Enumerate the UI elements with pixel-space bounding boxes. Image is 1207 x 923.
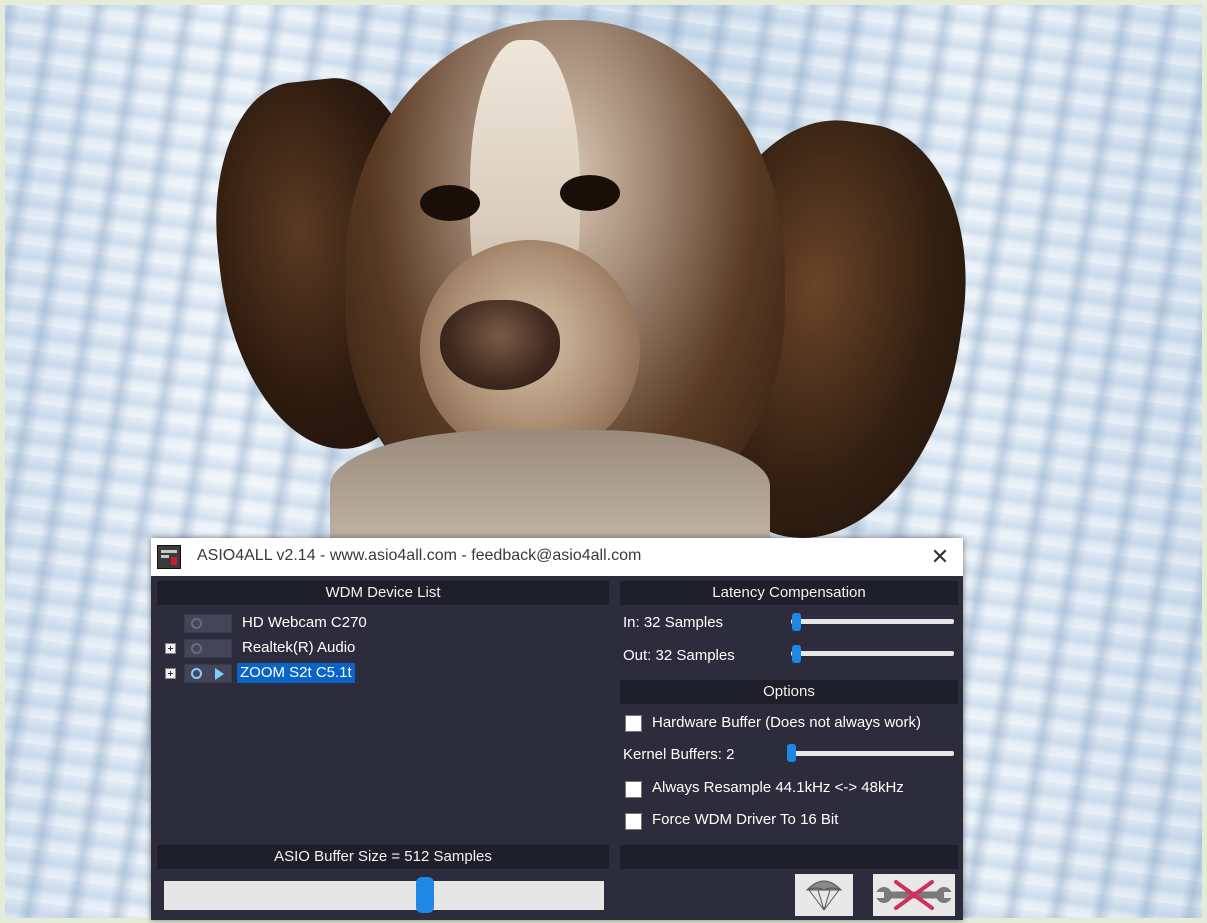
latency-in-label: In: 32 Samples	[623, 614, 724, 631]
title-bar[interactable]: ASIO4ALL v2.14 - www.asio4all.com - feed…	[151, 538, 963, 576]
kernel-buffers-label: Kernel Buffers: 2	[623, 746, 735, 763]
latency-out-label: Out: 32 Samples	[623, 647, 735, 664]
window-title: ASIO4ALL v2.14 - www.asio4all.com - feed…	[197, 547, 642, 564]
close-icon: ✕	[930, 544, 950, 569]
hardware-buffer-checkbox[interactable]	[625, 715, 642, 732]
device-row-zoom[interactable]: ZOOM S2t C5.1t	[151, 663, 611, 685]
expand-icon[interactable]	[165, 668, 176, 679]
kernel-buffers-slider-track[interactable]	[787, 751, 954, 756]
close-button[interactable]: ✕	[917, 538, 963, 576]
asio-buffer-size-header: ASIO Buffer Size = 512 Samples	[157, 845, 609, 869]
always-resample-checkbox[interactable]	[625, 781, 642, 798]
device-row-realtek[interactable]: Realtek(R) Audio	[151, 638, 611, 660]
expand-icon[interactable]	[165, 643, 176, 654]
advanced-options-button[interactable]	[873, 874, 955, 916]
device-name: HD Webcam C270	[242, 614, 367, 631]
device-toggle-button[interactable]	[184, 614, 232, 633]
wdm-device-list-header: WDM Device List	[157, 581, 609, 605]
asio4all-app-icon[interactable]	[157, 545, 181, 569]
options-header: Options	[620, 680, 958, 704]
power-icon	[191, 668, 202, 679]
parachute-icon	[805, 880, 843, 911]
device-toggle-button[interactable]	[184, 664, 232, 683]
power-icon	[191, 618, 202, 629]
always-resample-label: Always Resample 44.1kHz <-> 48kHz	[652, 779, 904, 796]
latency-in-slider-track[interactable]	[791, 619, 954, 624]
kernel-buffers-slider-thumb[interactable]	[787, 744, 796, 762]
device-row-hd-webcam[interactable]: HD Webcam C270	[151, 613, 611, 635]
force-16bit-label: Force WDM Driver To 16 Bit	[652, 811, 839, 828]
force-16bit-checkbox[interactable]	[625, 813, 642, 830]
latency-out-slider-thumb[interactable]	[792, 645, 801, 663]
asio-buffer-slider-track[interactable]	[164, 881, 604, 910]
parachute-button[interactable]	[795, 874, 853, 916]
hardware-buffer-label: Hardware Buffer (Does not always work)	[652, 714, 921, 731]
device-name: Realtek(R) Audio	[242, 639, 356, 656]
empty-header-bar	[620, 845, 958, 869]
asio-buffer-slider-thumb[interactable]	[416, 877, 434, 913]
power-icon	[191, 643, 202, 654]
latency-in-slider-thumb[interactable]	[792, 613, 801, 631]
latency-out-slider-track[interactable]	[791, 651, 954, 656]
wrench-icon	[876, 880, 952, 910]
device-name: ZOOM S2t C5.1t	[237, 663, 355, 683]
latency-compensation-header: Latency Compensation	[620, 581, 958, 605]
device-toggle-button[interactable]	[184, 639, 232, 658]
play-icon	[215, 668, 224, 680]
asio4all-window: ASIO4ALL v2.14 - www.asio4all.com - feed…	[151, 538, 963, 920]
